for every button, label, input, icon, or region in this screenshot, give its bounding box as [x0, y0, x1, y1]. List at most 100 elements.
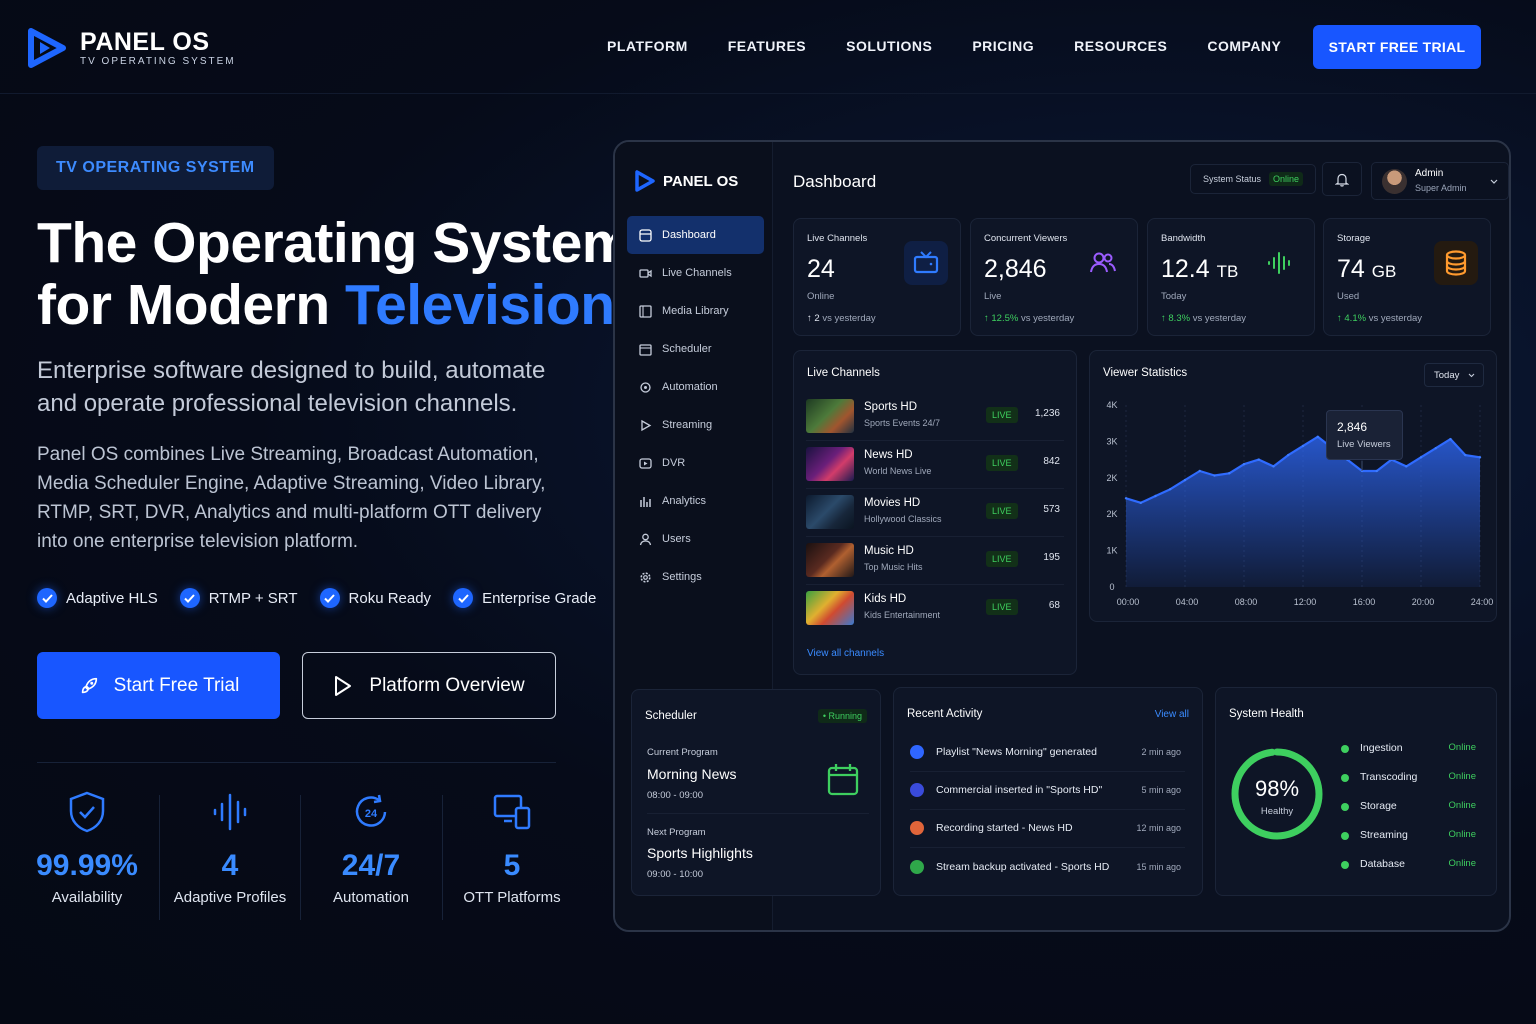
kpi-storage[interactable]: Storage 74 GB Used ↑ 4.1% vs yesterday: [1323, 218, 1491, 336]
next-program-name: Sports Highlights: [647, 845, 753, 861]
channel-thumbnail: [806, 399, 854, 433]
notifications-button[interactable]: [1322, 162, 1362, 196]
viewer-statistics-chart: 0 1K 2K 2K 3K 4K 00:00 04:00 08:00 12:00 16:00 20:0…: [1106, 400, 1494, 607]
check-circle-icon: [319, 588, 340, 608]
activity-row[interactable]: Recording started - News HD 12 min ago: [910, 810, 1185, 848]
menu-live-channels[interactable]: Live Channels: [627, 254, 764, 292]
data-point: [1169, 487, 1172, 491]
kpi-concurrent-viewers[interactable]: Concurrent Viewers 2,846 Live ↑ 12.5% vs…: [970, 218, 1138, 336]
nav-features[interactable]: FEATURES: [728, 38, 806, 54]
check-item: Adaptive HLS: [37, 588, 158, 608]
bell-icon: [1335, 173, 1349, 187]
menu-scheduler[interactable]: Scheduler: [627, 330, 764, 368]
kpi-number: 12.4: [1161, 255, 1210, 283]
admin-menu[interactable]: Admin Super Admin: [1371, 162, 1509, 200]
next-program-label: Next Program: [647, 827, 706, 838]
kpi-trend-value: 4.1%: [1344, 313, 1367, 324]
tooltip-value: 2,846: [1337, 420, 1368, 434]
x-tick-label: 12:00: [1294, 597, 1317, 607]
menu-label: Users: [662, 533, 691, 545]
status-dot: [1341, 861, 1349, 869]
channel-row[interactable]: Kids HD Kids Entertainment LIVE 68: [806, 585, 1064, 633]
stat-value: 99.99%: [36, 849, 138, 882]
activity-time: 2 min ago: [1141, 747, 1181, 757]
data-point: [1213, 474, 1216, 477]
activity-row[interactable]: Commercial inserted in "Sports HD" 5 min …: [910, 772, 1185, 810]
menu-label: Analytics: [662, 495, 707, 507]
menu-media-library[interactable]: Media Library: [627, 292, 764, 330]
start-free-trial-nav-button[interactable]: START FREE TRIAL: [1313, 25, 1481, 69]
menu-streaming[interactable]: Streaming: [627, 406, 764, 444]
nav-pricing[interactable]: PRICING: [972, 38, 1034, 54]
x-tick-label: 20:00: [1412, 597, 1435, 607]
health-name: Ingestion: [1360, 742, 1403, 754]
activity-row[interactable]: Stream backup activated - Sports HD 15 mi…: [910, 849, 1185, 887]
data-point: [1449, 437, 1452, 441]
kpi-value: 74 GB: [1337, 255, 1396, 284]
nav-platform[interactable]: PLATFORM: [607, 38, 688, 54]
menu-dvr[interactable]: DVR: [627, 444, 764, 482]
y-tick-label: 1K: [1106, 546, 1117, 556]
next-program-time: 09:00 - 10:00: [647, 869, 703, 880]
nav-solutions[interactable]: SOLUTIONS: [846, 38, 932, 54]
data-point: [1301, 444, 1305, 448]
platform-overview-button[interactable]: Platform Overview: [302, 652, 556, 719]
channel-row[interactable]: News HD World News Live LIVE 842: [806, 441, 1064, 489]
menu-label: Automation: [662, 381, 718, 393]
current-program-time: 08:00 - 09:00: [647, 790, 703, 801]
menu-dashboard[interactable]: Dashboard: [627, 216, 764, 254]
hero-body: Panel OS combines Live Streaming, Broadc…: [37, 444, 546, 552]
channel-name: Kids HD: [864, 593, 907, 605]
start-free-trial-button[interactable]: Start Free Trial: [37, 652, 280, 719]
clock-24-icon: 24: [355, 794, 387, 827]
dashboard-preview: PANEL OS Dashboard Live Channels Media L…: [613, 140, 1511, 932]
dashboard-logo[interactable]: PANEL OS: [635, 170, 738, 192]
hero-title: The Operating System for Modern Televisi…: [37, 212, 633, 336]
check-item: Roku Ready: [319, 588, 432, 608]
kpi-bandwidth[interactable]: Bandwidth 12.4 TB Today ↑ 8.3% vs yester…: [1147, 218, 1315, 336]
stat-value: 4: [221, 849, 239, 882]
health-name: Database: [1360, 858, 1405, 870]
channel-name: News HD: [864, 449, 913, 461]
kpi-sub: Today: [1161, 291, 1187, 302]
live-badge: LIVE: [986, 407, 1018, 423]
hero-title-line2: for Modern Television: [37, 274, 632, 336]
x-tick-label: 04:00: [1176, 597, 1199, 607]
health-status: Online: [1448, 800, 1476, 811]
channel-row[interactable]: Movies HD Hollywood Classics LIVE 573: [806, 489, 1064, 537]
x-tick-label: 24:00: [1471, 597, 1494, 607]
kpi-value: 2,846: [984, 255, 1047, 284]
menu-label: Live Channels: [662, 267, 732, 279]
x-tick-label: 16:00: [1353, 597, 1376, 607]
menu-analytics[interactable]: Analytics: [627, 482, 764, 520]
system-health-panel: System Health 98% Healthy Ingestion Onlin…: [1215, 687, 1497, 896]
channel-row[interactable]: Sports HD Sports Events 24/7 LIVE 1,236: [806, 393, 1064, 441]
current-program-name: Morning News: [647, 766, 737, 782]
menu-users[interactable]: Users: [627, 520, 764, 558]
view-all-activity-link[interactable]: View all: [1155, 709, 1189, 720]
data-point: [1287, 453, 1290, 457]
nav-links: PLATFORM FEATURES SOLUTIONS PRICING RESO…: [607, 38, 1321, 54]
check-label: Roku Ready: [348, 589, 432, 607]
film-icon: [639, 304, 652, 318]
brand-logo[interactable]: PANEL OS TV OPERATING SYSTEM: [28, 28, 236, 68]
data-point: [1375, 469, 1378, 473]
activity-row[interactable]: Playlist "News Morning" generated 2 min a…: [910, 734, 1185, 772]
x-tick-label: 08:00: [1235, 597, 1258, 607]
view-all-channels-link[interactable]: View all channels: [807, 648, 884, 659]
channel-row[interactable]: Music HD Top Music Hits LIVE 195: [806, 537, 1064, 585]
menu-settings[interactable]: Settings: [627, 558, 764, 596]
avatar: [1382, 169, 1407, 194]
admin-role: Super Admin: [1415, 183, 1467, 193]
activity-text: Playlist "News Morning" generated: [936, 746, 1097, 758]
nav-company[interactable]: COMPANY: [1207, 38, 1281, 54]
kpi-live-channels[interactable]: Live Channels 24 Online ↑ 2 vs yesterday: [793, 218, 961, 336]
menu-automation[interactable]: Automation: [627, 368, 764, 406]
live-channels-panel: Live Channels Sports HD Sports Events 24…: [793, 350, 1077, 675]
top-nav: PANEL OS TV OPERATING SYSTEM PLATFORM FE…: [0, 0, 1536, 94]
nav-resources[interactable]: RESOURCES: [1074, 38, 1167, 54]
kpi-label: Storage: [1337, 233, 1371, 244]
play-logo-icon: [635, 170, 655, 192]
status-dot: [1341, 774, 1349, 782]
viewer-statistics-panel: Viewer Statistics Today 0 1K 2K 2K 3K 4K 00:00…: [1089, 350, 1497, 622]
